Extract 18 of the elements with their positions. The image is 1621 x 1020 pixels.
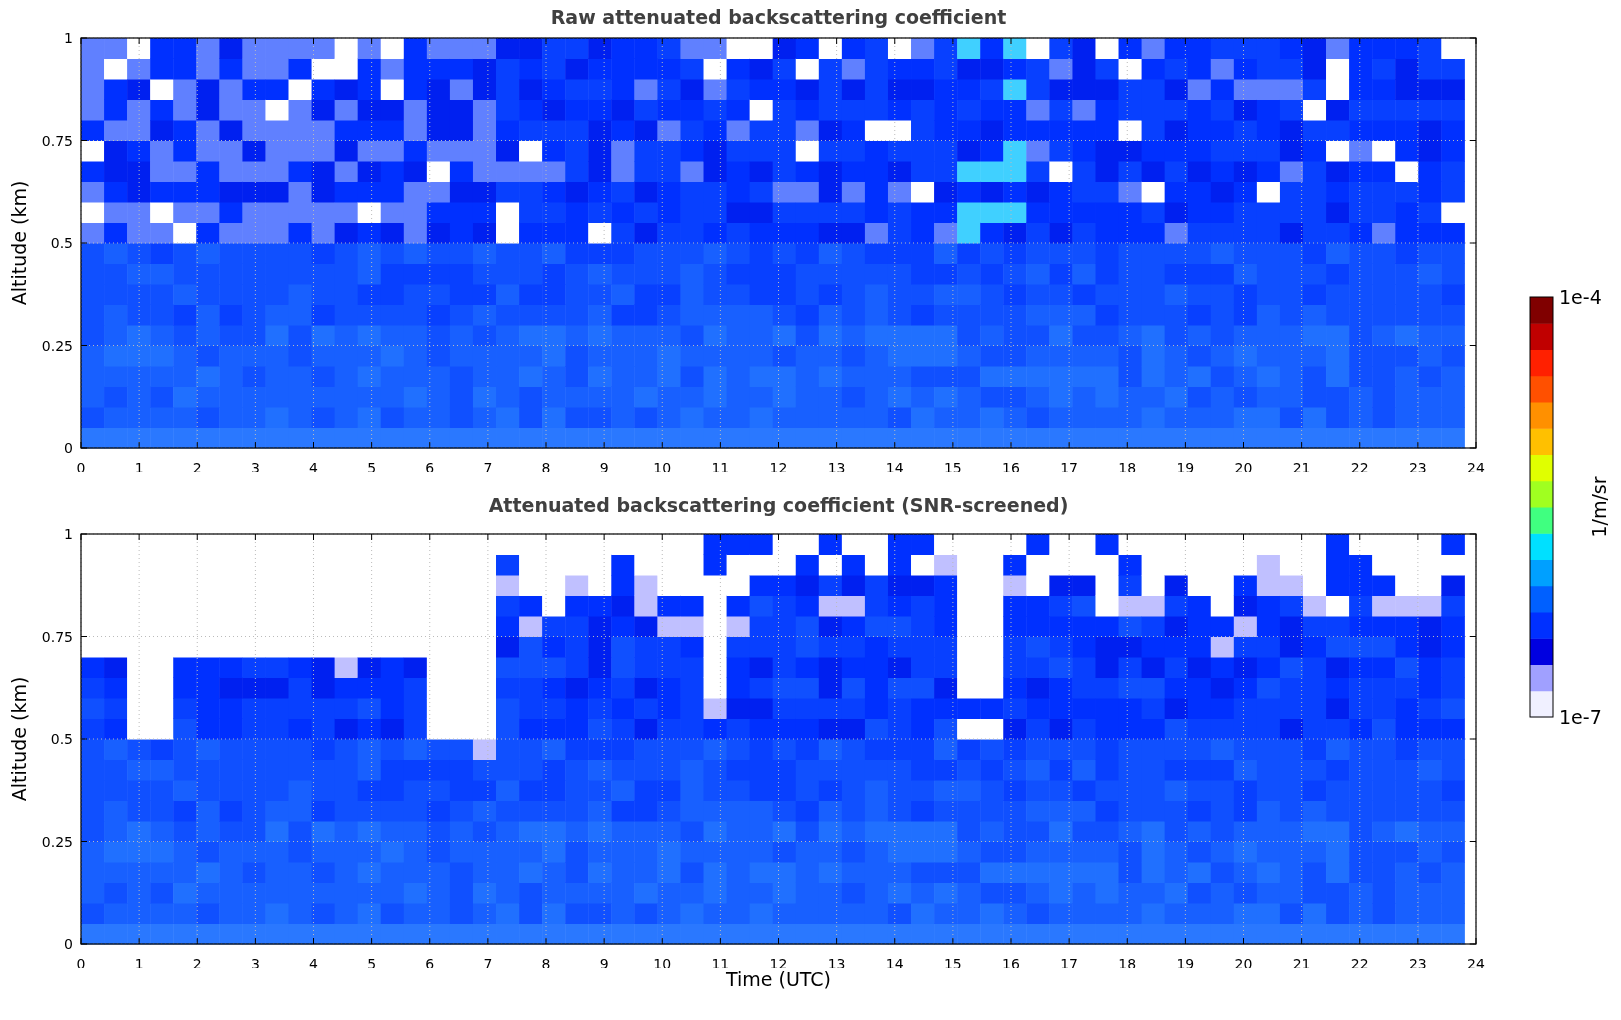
y-tick-label: 0.75: [41, 132, 73, 149]
x-axis-label: Time (UTC): [726, 968, 831, 990]
chart-title: Attenuated backscattering coefficient (SNR-screened): [488, 494, 1069, 516]
y-axis-label: Altitude (km): [8, 676, 30, 802]
colorbar-max-label: 1e-4: [1559, 290, 1602, 308]
y-tick-label: 0.5: [50, 731, 73, 747]
y-axis-label: Altitude (km): [8, 180, 30, 306]
colorbar-min-label: 1e-7: [1559, 706, 1602, 728]
y-tick-label: 0: [64, 936, 73, 952]
y-tick-label: 0.25: [41, 833, 73, 850]
y-tick-label: 1: [64, 526, 73, 542]
chart-title: Raw attenuated backscattering coefficient: [550, 6, 1007, 28]
colorbar-unit-label: 1/m/sr: [1588, 476, 1610, 538]
y-tick-label: 0: [64, 440, 73, 456]
y-tick-label: 0.75: [41, 628, 73, 645]
y-tick-label: 0.5: [50, 235, 73, 251]
y-tick-label: 0.25: [41, 337, 73, 354]
y-tick-label: 1: [64, 30, 73, 46]
